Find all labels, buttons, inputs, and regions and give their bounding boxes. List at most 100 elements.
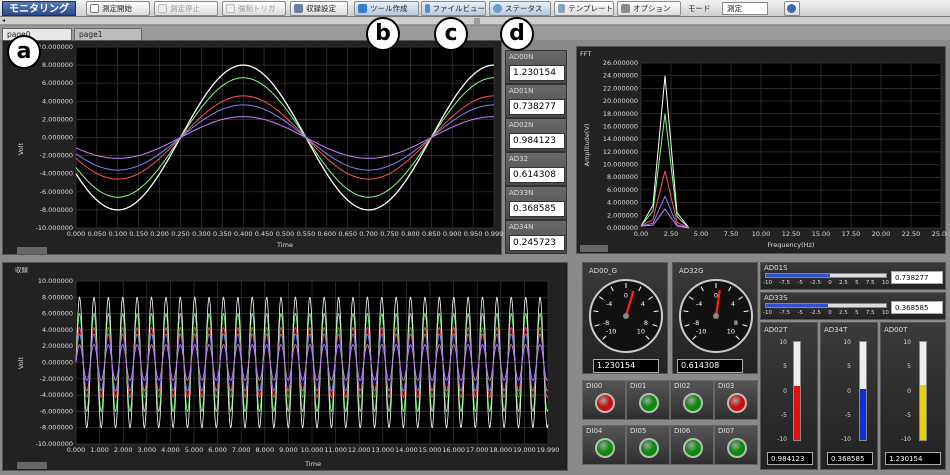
fft-xtick: 20.00 <box>872 230 891 238</box>
template-button[interactable]: テンプレート <box>554 1 614 16</box>
led-di04 <box>595 438 615 458</box>
wave-xtick: 0.150 <box>129 230 148 238</box>
trigger-icon <box>226 4 235 13</box>
hbar-scale-label: -7.5 <box>779 280 791 286</box>
file-view-button[interactable]: ファイルビュー <box>421 1 486 16</box>
fft-xtick: 5.00 <box>694 230 708 238</box>
wave-xtick: 0.550 <box>297 230 316 238</box>
stop-measure-button[interactable]: 測定停止 <box>154 1 218 16</box>
rec-ytick: -6.000000 <box>40 407 73 415</box>
gauge-tick-label: -10 <box>606 327 617 335</box>
force-trigger-button[interactable]: 強制トリガ <box>222 1 286 16</box>
hbar-scale-label: -2.5 <box>810 280 821 286</box>
status-button[interactable]: ステータス <box>489 1 551 16</box>
rec-xtick: 0.000 <box>67 446 86 454</box>
options-button[interactable]: オプション <box>617 1 681 16</box>
mode-select[interactable]: 測定 <box>722 2 768 15</box>
fft-xtick: 0.00 <box>634 230 648 238</box>
dio-di01: DI01 <box>626 380 670 420</box>
fft-ytick: 6.000000 <box>607 186 638 194</box>
fft-ytick: 22.000000 <box>603 84 638 92</box>
fft-ytick-labels: 26.000000 24.000000 22.000000 20.000000 18.0… <box>603 59 638 232</box>
refresh-button[interactable] <box>784 1 800 16</box>
record-grid <box>75 280 549 445</box>
refresh-icon <box>787 4 796 13</box>
callout-d: d <box>500 17 534 51</box>
channel-ad33n: AD33N 0.368585 <box>505 186 567 220</box>
hbar-scale-label: 10 <box>881 280 889 286</box>
rec-ytick: 4.000000 <box>42 326 73 334</box>
thermo-scale-label: 5 <box>783 363 787 371</box>
gauge-tick-label: -10 <box>696 327 707 335</box>
record-tools-icon[interactable] <box>17 462 47 469</box>
wave-xtick: 0.750 <box>380 230 399 238</box>
thermo-scale-label: 0 <box>907 387 911 395</box>
hbar-scale-label: -5 <box>797 310 803 316</box>
fft-xtick: 12.50 <box>782 230 801 238</box>
led-di06 <box>683 438 703 458</box>
wave-xtick: 0.700 <box>359 230 378 238</box>
thermo-scale-label: 10 <box>779 339 787 346</box>
fft-xtick: 2.50 <box>664 230 678 238</box>
rec-xtick: 4.000 <box>161 446 180 454</box>
horizontal-scrollbar[interactable]: ◂ <box>0 17 950 25</box>
record-title: 収録 <box>15 265 29 274</box>
callout-c: c <box>434 17 468 51</box>
thermo-ad00t-fill <box>920 384 926 440</box>
wave-ytick: -4.000000 <box>40 170 73 178</box>
wave-ytick: 2.000000 <box>42 115 73 123</box>
dio-di02: DI02 <box>670 380 714 420</box>
thermo-ad34t-tube <box>859 341 867 441</box>
fft-ytick: 16.000000 <box>603 122 638 130</box>
hbar-scale-label: 2.5 <box>839 310 848 316</box>
search-icon <box>493 4 502 13</box>
wave-xtick: 0.500 <box>276 230 295 238</box>
fft-ytick: 8.000000 <box>607 173 638 181</box>
thermo-scale-label: -10 <box>841 436 851 443</box>
rec-xtick: 1.000 <box>90 446 109 454</box>
fft-tools-icon[interactable] <box>580 245 608 252</box>
rec-ytick: -8.000000 <box>40 424 73 432</box>
fft-ytick: 18.000000 <box>603 110 638 118</box>
scroll-thumb[interactable] <box>474 18 480 24</box>
wave-xtick: 0.100 <box>108 230 127 238</box>
wave-ytick: 10.000000 <box>38 43 73 51</box>
dio-di03: DI03 <box>714 380 758 420</box>
fft-xtick: 25.00 <box>932 230 947 238</box>
wave-ytick: 8.000000 <box>42 61 73 69</box>
gauge-ad32g-dial: -10-8 -4 0 4 810 <box>679 279 753 353</box>
thermo-scale-label: -5 <box>781 411 787 419</box>
thermo-scale-label: -5 <box>905 411 911 419</box>
fft-xtick: 17.50 <box>842 230 861 238</box>
tab-page1[interactable]: page1 <box>74 28 142 40</box>
rec-ytick: 10.000000 <box>38 277 73 285</box>
channel-ad02n: AD02N 0.984123 <box>505 118 567 152</box>
fft-ytick: 24.000000 <box>603 72 638 80</box>
play-icon <box>90 4 99 13</box>
fft-ytick: 14.000000 <box>603 135 638 143</box>
create-tool-button[interactable]: ツール作成 <box>354 1 419 16</box>
led-di07 <box>727 438 747 458</box>
led-di05 <box>639 438 659 458</box>
toolbar: モニタリング 測定開始 測定停止 強制トリガ 収録設定 ツール作成 ファイルビュ… <box>0 0 950 17</box>
hbar-scale-label: -5 <box>797 280 803 286</box>
hbar-scale-label: 10 <box>881 310 889 316</box>
fft-ytick: 2.000000 <box>607 211 638 219</box>
rec-xtick: 19.990 <box>537 446 560 454</box>
record-settings-button[interactable]: 収録設定 <box>290 1 348 16</box>
fft-xtick: 10.00 <box>752 230 771 238</box>
channel-ad32: AD32 0.614308 <box>505 152 567 186</box>
app-title: モニタリング <box>2 1 76 16</box>
wave-xtick: 0.950 <box>464 230 483 238</box>
wave-ytick: -2.000000 <box>40 152 73 160</box>
chart-tools-icon[interactable] <box>17 247 47 254</box>
scroll-left-arrow[interactable]: ◂ <box>2 18 8 24</box>
start-measure-button[interactable]: 測定開始 <box>86 1 150 16</box>
gauge-tick-label: -4 <box>606 300 612 308</box>
hbar-scale-label: -7.5 <box>779 310 791 316</box>
wave-ytick: 0.000000 <box>42 134 73 142</box>
thermo-ad34t-value: 0.368585 <box>827 452 873 465</box>
hbar-scale-label: 2.5 <box>839 280 848 286</box>
hbar-scale-label: 0 <box>828 280 832 286</box>
wave-xlabel: Time <box>276 241 293 249</box>
